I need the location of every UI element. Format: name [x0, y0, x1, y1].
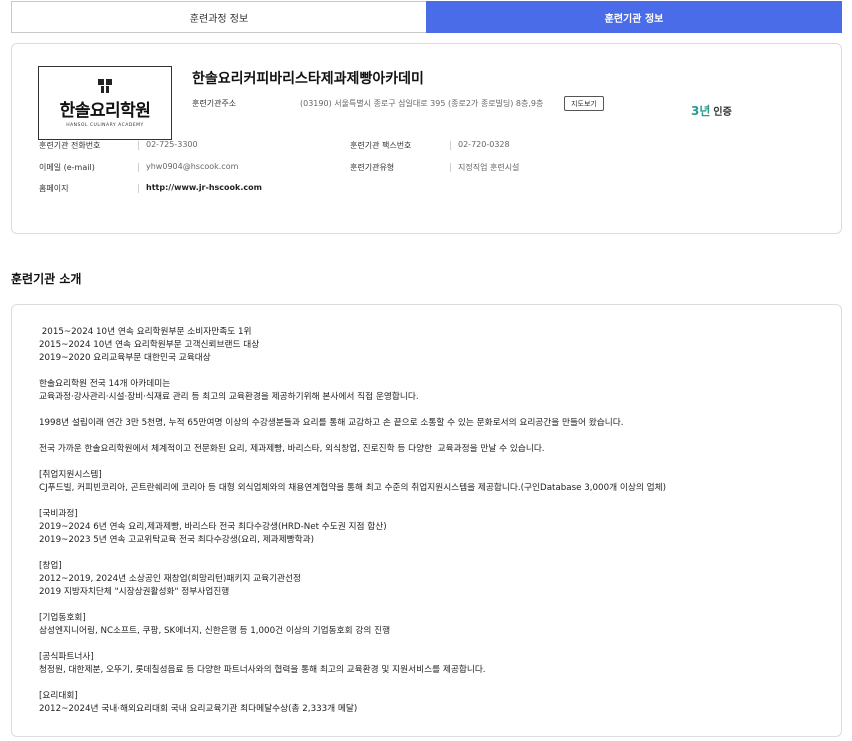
type-value: 지정직업 훈련시설 — [458, 163, 520, 172]
email-label: 이메일 (e-mail) — [39, 163, 95, 172]
intro-spacer — [39, 638, 666, 651]
intro-line: 전국 가까운 한솔요리학원에서 체계적이고 전문화된 요리, 제과제빵, 바리스… — [39, 444, 545, 454]
institution-logo: 한솔요리학원 HANSOL CULINARY ACADEMY — [38, 66, 172, 140]
homepage-label: 홈페이지 — [39, 184, 69, 193]
intro-line: 한솔요리학원 전국 14개 아카데미는 — [39, 379, 171, 389]
logo-name: 한솔요리학원 — [59, 100, 151, 121]
type-label: 훈련기관유형 — [350, 163, 395, 172]
intro-line: [국비과정] — [39, 509, 78, 519]
intro-text: 2015~2024 10년 연속 요리학원부문 소비자만족도 1위 2015~20… — [39, 326, 666, 716]
intro-line: 2015~2024 10년 연속 요리학원부문 소비자만족도 1위 — [39, 327, 252, 337]
institution-name: 한솔요리커피바리스타제과제빵아카데미 — [192, 71, 424, 87]
cert-years: 3년 — [691, 104, 711, 118]
tab-course-info[interactable]: 훈련과정 정보 — [11, 1, 426, 33]
divider — [138, 163, 139, 172]
tab-institution-info[interactable]: 훈련기관 정보 — [426, 1, 842, 33]
intro-line: 2012~2019, 2024년 소상공인 재창업(희망리턴)패키지 교육기관선… — [39, 574, 302, 584]
fax-label: 훈련기관 팩스번호 — [350, 141, 412, 150]
view-map-button[interactable]: 지도보기 — [564, 96, 604, 111]
intro-line: 2019 지방자치단체 "시장상권활성화" 정부사업진행 — [39, 587, 230, 597]
intro-spacer — [39, 599, 666, 612]
fax-value: 02-720-0328 — [458, 140, 510, 149]
intro-line: 2012~2024년 국내·해외요리대회 국내 요리교육기관 최다메달수상(총 … — [39, 704, 358, 714]
intro-line: [기업동호회] — [39, 613, 86, 623]
email-value: yhw0904@hscook.com — [146, 162, 239, 171]
homepage-link[interactable]: http://www.jr-hscook.com — [146, 183, 262, 192]
intro-line: 청정원, 대한제분, 오뚜기, 롯데칠성음료 등 다양한 파트너사와의 협력을 … — [39, 665, 486, 675]
intro-card: 2015~2024 10년 연속 요리학원부문 소비자만족도 1위 2015~20… — [11, 304, 842, 737]
phone-value: 02-725-3300 — [146, 140, 198, 149]
intro-line: [요리대회] — [39, 691, 78, 701]
intro-line: 2019~2023 5년 연속 고교위탁교육 전국 최다수강생(요리, 제과제빵… — [39, 535, 314, 545]
cert-label: 인증 — [713, 107, 732, 118]
intro-spacer — [39, 547, 666, 560]
divider — [450, 163, 451, 172]
certification-badge: 3년 인증 — [691, 102, 732, 119]
intro-spacer — [39, 677, 666, 690]
intro-line: 1998년 설립이래 연간 3만 5천명, 누적 65만여명 이상의 수강생분들… — [39, 418, 624, 428]
address-value: (03190) 서울특별시 종로구 삼일대로 395 (종로2가 종로빌딩) 8… — [300, 99, 544, 108]
intro-line: 2015~2024 10년 연속 요리학원부문 고객신뢰브랜드 대상 — [39, 340, 260, 350]
intro-line: [취업지원시스템] — [39, 470, 102, 480]
intro-line: 2019~2024 6년 연속 요리,제과제빵, 바리스타 전국 최다수강생(H… — [39, 522, 387, 532]
intro-line: [공식파트너사] — [39, 652, 94, 662]
logo-subtitle: HANSOL CULINARY ACADEMY — [66, 122, 144, 128]
intro-spacer — [39, 495, 666, 508]
intro-spacer — [39, 404, 666, 417]
address-label: 훈련기관주소 — [192, 99, 237, 108]
intro-line: 2019~2020 요리교육부문 대한민국 교육대상 — [39, 353, 211, 363]
intro-spacer — [39, 430, 666, 443]
intro-spacer — [39, 456, 666, 469]
institution-info-card: 한솔요리학원 HANSOL CULINARY ACADEMY 한솔요리커피바리스… — [11, 43, 842, 234]
divider — [138, 184, 139, 193]
intro-line: CJ푸드빌, 커피빈코리아, 곤트란쉐리에 코리아 등 대형 외식업체와의 채용… — [39, 483, 666, 493]
intro-line: 삼성엔지니어링, NC소프트, 쿠팡, SK에너지, 신한은행 등 1,000건… — [39, 626, 391, 636]
divider — [138, 141, 139, 150]
intro-line: 교육과정·강사관리·시설·장비·식재료 관리 등 최고의 교육환경을 제공하기위… — [39, 392, 419, 402]
logo-mark-icon — [98, 78, 112, 93]
intro-spacer — [39, 365, 666, 378]
divider — [450, 141, 451, 150]
phone-label: 훈련기관 전화번호 — [39, 141, 101, 150]
intro-section-title: 훈련기관 소개 — [11, 272, 82, 286]
intro-line: [창업] — [39, 561, 62, 571]
tab-bar: 훈련과정 정보 훈련기관 정보 — [11, 1, 842, 33]
